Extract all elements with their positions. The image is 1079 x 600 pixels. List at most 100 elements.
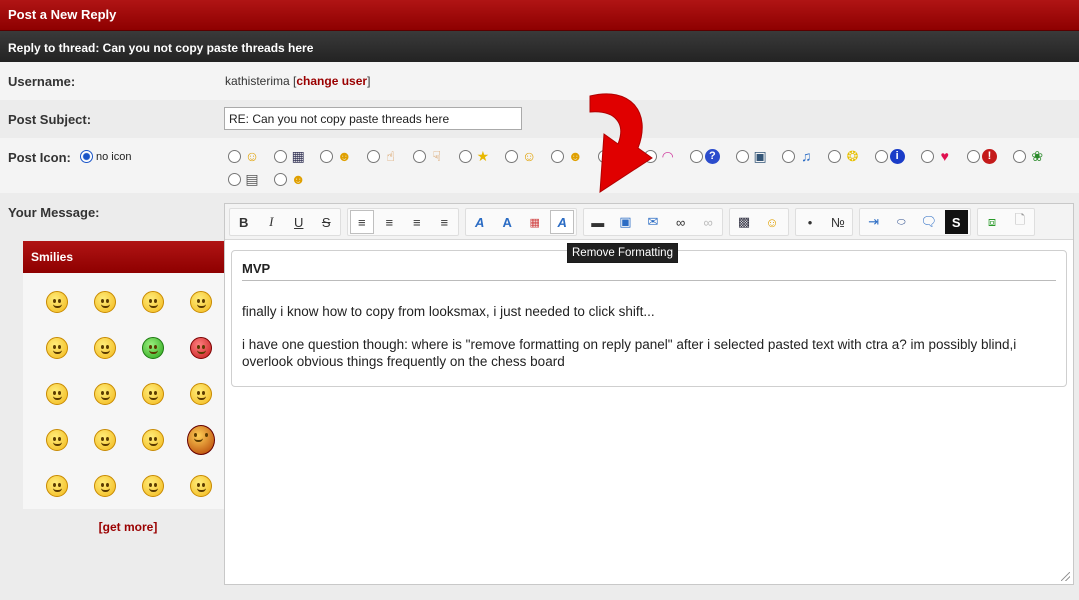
post-icon-option[interactable]: ▣ xyxy=(736,146,782,166)
smiley-icon[interactable] xyxy=(81,279,129,325)
horizontal-rule-icon[interactable]: ▬ xyxy=(586,210,610,234)
post-icon-option[interactable]: ★ xyxy=(458,146,505,166)
post-icon-option[interactable]: ♥ xyxy=(920,146,967,166)
no-icon-option[interactable]: no icon xyxy=(80,150,131,163)
post-icon-radio[interactable] xyxy=(228,149,241,163)
post-icon-option[interactable]: ▤ xyxy=(228,169,274,189)
smiley-icon[interactable] xyxy=(129,371,177,417)
strikethrough-icon[interactable]: S xyxy=(315,210,339,234)
post-icon-radio[interactable] xyxy=(782,149,796,163)
post-icon-option[interactable]: ! xyxy=(967,146,1013,166)
post-icon-option[interactable]: ☻ xyxy=(320,146,366,166)
post-icon-option[interactable]: ☺ xyxy=(228,146,274,166)
indent-icon[interactable]: ⇥ xyxy=(862,210,886,234)
smiley-icon[interactable] xyxy=(177,463,225,509)
smiley-icon[interactable] xyxy=(81,463,129,509)
smiley-icon[interactable] xyxy=(33,279,81,325)
source-icon[interactable]: ⧈ xyxy=(980,210,1004,234)
post-icon-option[interactable]: ☟ xyxy=(412,146,459,166)
unlink-icon[interactable]: ∞ xyxy=(696,210,720,234)
video-icon[interactable]: ▩ xyxy=(732,210,756,234)
post-icon-option[interactable]: ☻ xyxy=(274,169,320,189)
php-icon[interactable]: ⬭ xyxy=(890,210,914,234)
lightbulb-icon: ❂ xyxy=(846,148,859,164)
get-more-link[interactable]: [get more] xyxy=(23,520,233,534)
post-icon-radio[interactable] xyxy=(505,149,519,163)
remove-formatting-icon[interactable]: A xyxy=(550,210,574,234)
spoiler-icon[interactable]: S xyxy=(944,210,968,234)
message-label: Your Message: xyxy=(8,205,100,220)
post-icon-radio[interactable] xyxy=(274,172,288,186)
italic-icon[interactable]: I xyxy=(260,210,284,234)
post-icon-radio[interactable] xyxy=(274,149,288,163)
post-icon-option[interactable]: ☝ xyxy=(366,146,413,166)
email-icon[interactable]: ✉ xyxy=(641,210,665,234)
post-icon-radio[interactable] xyxy=(1013,149,1027,163)
justify-icon[interactable]: ≡ xyxy=(433,210,456,234)
message-paragraph-1: finally i know how to copy from looksmax… xyxy=(242,304,655,319)
smiley-icon[interactable] xyxy=(177,371,225,417)
resize-grip-icon[interactable] xyxy=(1061,572,1070,581)
post-icon-option[interactable]: i xyxy=(874,146,921,166)
no-icon-radio[interactable] xyxy=(80,150,93,163)
numbered-list-icon[interactable]: № xyxy=(826,210,850,234)
smiley-icon[interactable] xyxy=(129,279,177,325)
post-icon-radio[interactable] xyxy=(736,149,750,163)
emoticon-icon[interactable]: ☺ xyxy=(760,210,784,234)
change-user-link[interactable]: change user xyxy=(296,74,367,88)
smiley-mouth-icon xyxy=(53,350,62,354)
smiley-icon[interactable] xyxy=(81,417,129,463)
smiley-icon[interactable] xyxy=(129,325,177,371)
smiley-icon[interactable] xyxy=(177,417,225,463)
remove-formatting-tooltip: Remove Formatting xyxy=(567,243,678,263)
bold-icon[interactable]: B xyxy=(232,210,256,234)
smiley-icon[interactable] xyxy=(33,325,81,371)
smiley-icon[interactable] xyxy=(33,371,81,417)
post-icon-option[interactable]: ❀ xyxy=(1013,146,1059,166)
smiley-icon[interactable] xyxy=(129,417,177,463)
underline-icon[interactable]: U xyxy=(287,210,311,234)
page-icon[interactable]: 🗋 xyxy=(1008,210,1032,234)
smiley-icon[interactable] xyxy=(81,371,129,417)
toolbar-group-insert: ▬ ▣ ✉ ∞ ∞ xyxy=(583,208,723,236)
image-icon[interactable]: ▣ xyxy=(614,210,638,234)
post-icon-option[interactable]: ♫ xyxy=(782,146,828,166)
clapper-icon: ▤ xyxy=(245,171,259,187)
quote-icon[interactable]: 🗨 xyxy=(917,210,941,234)
color-icon[interactable]: ▦ xyxy=(523,210,546,234)
editor-content[interactable]: MVP finally i know how to copy from look… xyxy=(231,250,1067,387)
subject-input[interactable] xyxy=(224,107,522,130)
align-left-icon[interactable]: ≡ xyxy=(350,210,374,234)
post-icon-radio[interactable] xyxy=(320,149,334,163)
post-icon-radio[interactable] xyxy=(920,149,934,163)
bug-icon: ❀ xyxy=(1031,148,1044,164)
smiley-icon[interactable] xyxy=(177,325,225,371)
post-icon-option[interactable]: ▦ xyxy=(274,146,320,166)
post-icon-radio[interactable] xyxy=(412,149,426,163)
post-icon-radio[interactable] xyxy=(828,149,842,163)
post-icon-radio[interactable] xyxy=(458,149,472,163)
thread-title: Reply to thread: Can you not copy paste … xyxy=(0,31,1079,62)
post-icon-radio[interactable] xyxy=(689,149,703,163)
font-icon[interactable]: A xyxy=(468,210,491,234)
smiley-icon[interactable] xyxy=(33,463,81,509)
post-icon-radio[interactable] xyxy=(366,149,380,163)
post-icon-radio[interactable] xyxy=(967,149,980,163)
bullet-list-icon[interactable]: • xyxy=(798,210,822,234)
smiley-icon[interactable] xyxy=(129,463,177,509)
post-icon-radio[interactable] xyxy=(228,172,241,186)
post-icon-option[interactable]: ❂ xyxy=(828,146,874,166)
align-center-icon[interactable]: ≡ xyxy=(378,210,401,234)
smiley-icon[interactable] xyxy=(81,325,129,371)
toolbar-group-source: ⧈ 🗋 xyxy=(977,208,1035,236)
font-size-icon[interactable]: A xyxy=(495,210,518,234)
smiley-icon[interactable] xyxy=(33,417,81,463)
align-right-icon[interactable]: ≡ xyxy=(405,210,428,234)
post-icon-option[interactable]: ? xyxy=(689,146,736,166)
link-icon[interactable]: ∞ xyxy=(669,210,693,234)
smiley-face-icon xyxy=(46,291,68,313)
post-icon-option[interactable]: ☺ xyxy=(505,146,551,166)
smiley-icon[interactable] xyxy=(177,279,225,325)
toolbar-group-font: A A ▦ A xyxy=(465,208,577,236)
post-icon-radio[interactable] xyxy=(874,149,888,163)
